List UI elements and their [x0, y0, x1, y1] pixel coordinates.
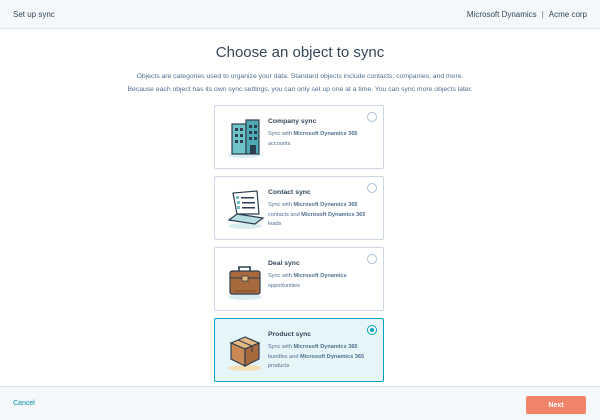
building-icon — [228, 119, 262, 158]
company-sync-radio[interactable] — [367, 112, 377, 122]
deal-sync-card[interactable]: Deal sync Sync with Microsoft Dynamics o… — [214, 247, 384, 311]
top-bar: Set up sync Microsoft Dynamics | Acme co… — [0, 0, 600, 29]
card-title: Deal sync — [268, 260, 300, 267]
main-description: Objects are categories used to organize … — [0, 70, 600, 96]
app-name: Microsoft Dynamics — [466, 9, 537, 19]
card-title: Contact sync — [268, 189, 311, 196]
card-title: Product sync — [268, 331, 312, 338]
card-title: Company sync — [268, 118, 317, 125]
description-line-2: Because each object has its own sync set… — [127, 86, 473, 93]
deal-sync-radio[interactable] — [367, 254, 377, 264]
main-title: Choose an object to sync — [215, 44, 385, 61]
card-description: Sync with Microsoft Dynamics 365 contact… — [268, 202, 366, 227]
box-icon — [228, 336, 262, 371]
card-description: Sync with Microsoft Dynamics 365 bundles… — [268, 344, 365, 369]
account-name: Acme corp — [548, 9, 587, 19]
next-button[interactable]: Next — [526, 396, 586, 414]
header-right: Microsoft Dynamics | Acme corp — [467, 10, 587, 19]
footer-bar: Cancel Next — [0, 386, 600, 420]
card-description: Sync with Microsoft Dynamics 365 account… — [268, 131, 358, 147]
company-sync-card[interactable]: Company sync Sync with Microsoft Dynamic… — [214, 105, 384, 169]
page-title: Set up sync — [13, 9, 55, 19]
cancel-link[interactable]: Cancel — [13, 400, 35, 407]
contact-sync-radio[interactable] — [367, 183, 377, 193]
contact-sync-card[interactable]: Contact sync Sync with Microsoft Dynamic… — [214, 176, 384, 240]
product-sync-card[interactable]: Product sync Sync with Microsoft Dynamic… — [214, 318, 384, 382]
product-sync-radio[interactable] — [367, 325, 377, 335]
briefcase-icon — [228, 266, 262, 300]
description-line-1: Objects are categories used to organize … — [136, 73, 464, 80]
header-separator: | — [541, 9, 544, 19]
laptop-list-icon — [227, 190, 265, 229]
card-description: Sync with Microsoft Dynamics opportuniti… — [268, 273, 347, 289]
